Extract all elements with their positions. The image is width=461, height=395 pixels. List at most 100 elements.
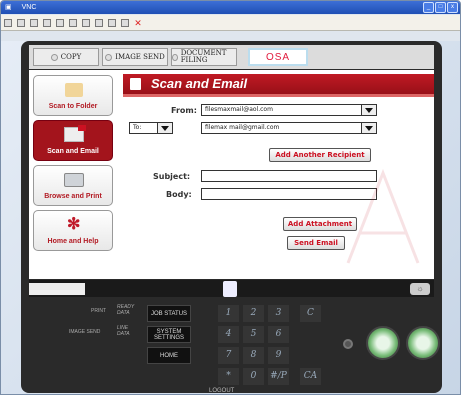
window-controls: _ □ x [423,2,458,13]
gear-icon: ✻ [67,216,81,233]
data-label: DATA [117,331,130,337]
print-label: PRINT [91,308,106,314]
to-type-select[interactable]: To: [129,122,173,134]
operation-keys: PRINT READY DATA IMAGE SEND LINE DATA JOB … [21,299,442,394]
header-divider [123,94,434,97]
send-email-button[interactable]: Send Email [287,236,345,250]
tab-copy[interactable]: COPY [33,48,99,66]
image-send-icon [105,53,113,61]
mode-tabs: COPY IMAGE SEND DOCUMENT FILING OSA [29,45,434,69]
connection-info-icon[interactable] [17,18,25,27]
minimize-button[interactable]: _ [423,2,434,13]
chevron-down-icon [157,123,172,133]
refresh-icon[interactable] [43,18,51,27]
tab-osa[interactable]: OSA [248,48,308,66]
from-label: From: [171,106,197,115]
print-status: READY DATA [117,304,134,316]
mfp-control-panel: COPY IMAGE SEND DOCUMENT FILING OSA Scan… [21,41,442,394]
status-bar: ☼ [29,280,434,297]
page-title: Scan and Email [151,76,248,91]
clipboard-icon[interactable] [95,18,103,27]
tab-label: COPY [60,52,82,61]
tab-label: IMAGE SEND [115,52,165,61]
vnc-toolbar: ✕ [1,15,460,31]
key-3[interactable]: 3 [268,305,289,322]
key-4[interactable]: 4 [218,326,239,343]
sidebar-item-home-and-help[interactable]: ✻ Home and Help [33,210,113,251]
image-send-label: IMAGE SEND [69,329,101,335]
data-label: DATA [117,310,130,316]
fullscreen-icon[interactable] [30,18,38,27]
system-settings-button[interactable]: SYSTEM SETTINGS [147,326,191,343]
to-select[interactable]: filemax mail@gmail.com [201,122,377,134]
status-field [29,283,85,295]
home-button[interactable]: HOME [147,347,191,364]
key-7[interactable]: 7 [218,347,239,364]
chevron-down-icon [361,105,376,115]
sidebar-item-browse-and-print[interactable]: Browse and Print [33,165,113,206]
image-send-indicator: IMAGE SEND [69,329,100,335]
bw-start-button[interactable] [366,326,400,360]
image-send-status: LINE DATA [117,325,130,337]
close-window-button[interactable]: x [447,2,458,13]
key-6[interactable]: 6 [268,326,289,343]
sidebar: Scan to Folder Scan and Email Browse and… [33,75,117,255]
tab-document-filing[interactable]: DOCUMENT FILING [171,48,237,66]
window-title: VNC [21,4,37,11]
email-icon [64,125,86,142]
form-header: Scan and Email [123,74,434,97]
job-status-button[interactable]: JOB STATUS [147,305,191,322]
chevron-down-icon [361,123,376,133]
disconnect-icon[interactable]: ✕ [134,18,142,27]
key-5[interactable]: 5 [243,326,264,343]
tab-label: DOCUMENT FILING [180,49,227,64]
vnc-icon: ▣ [5,4,12,11]
tab-label: OSA [265,51,291,63]
job-status-icon[interactable] [223,281,237,297]
to-value: filemax mail@gmail.com [205,124,280,131]
sidebar-item-label: Home and Help [47,238,99,245]
subject-label: Subject: [153,172,191,181]
print-indicator: PRINT [91,308,106,314]
from-select[interactable]: filesmaxmail@aol.com [201,104,377,116]
save-icon[interactable] [121,18,129,27]
add-recipient-button[interactable]: Add Another Recipient [269,148,371,162]
file-transfer-icon[interactable] [108,18,116,27]
key-hash-p[interactable]: #/P [268,368,289,385]
sidebar-item-scan-and-email[interactable]: Scan and Email [33,120,113,161]
color-start-button[interactable] [406,326,440,360]
stop-button[interactable] [343,339,353,349]
sidebar-item-label: Browse and Print [44,193,102,200]
sidebar-item-label: Scan to Folder [48,103,98,110]
alt-key-icon[interactable] [82,18,90,27]
key-8[interactable]: 8 [243,347,264,364]
sidebar-item-scan-to-folder[interactable]: Scan to Folder [33,75,113,116]
printer-icon [64,173,84,187]
maximize-button[interactable]: □ [435,2,446,13]
key-star[interactable]: * [218,368,239,385]
document-filing-icon [172,53,178,61]
key-clear[interactable]: C [300,305,321,322]
key-9[interactable]: 9 [268,347,289,364]
copy-icon [50,53,58,61]
to-type-value: To: [133,124,142,131]
brightness-icon[interactable]: ☼ [410,283,430,295]
from-value: filesmaxmail@aol.com [205,106,273,113]
ctrl-alt-del-icon[interactable] [56,18,64,27]
title-bar: ▣ VNC _ □ x [1,1,460,14]
logout-button[interactable]: LOGOUT [209,388,234,394]
ctrl-key-icon[interactable] [69,18,77,27]
tab-image-send[interactable]: IMAGE SEND [102,48,168,66]
folder-icon [65,83,83,97]
key-1[interactable]: 1 [218,305,239,322]
touch-screen: Scan to Folder Scan and Email Browse and… [29,70,434,279]
email-icon [130,78,141,90]
body-label: Body: [166,190,192,199]
watermark-graphic [346,168,420,264]
key-2[interactable]: 2 [243,305,264,322]
key-0[interactable]: 0 [243,368,264,385]
options-icon[interactable] [4,18,12,27]
key-clear-all[interactable]: CA [300,368,321,385]
sidebar-item-label: Scan and Email [47,148,99,155]
vnc-window: ▣ VNC _ □ x ✕ COPY IMAGE SEND DOCUMENT FI… [0,0,461,395]
